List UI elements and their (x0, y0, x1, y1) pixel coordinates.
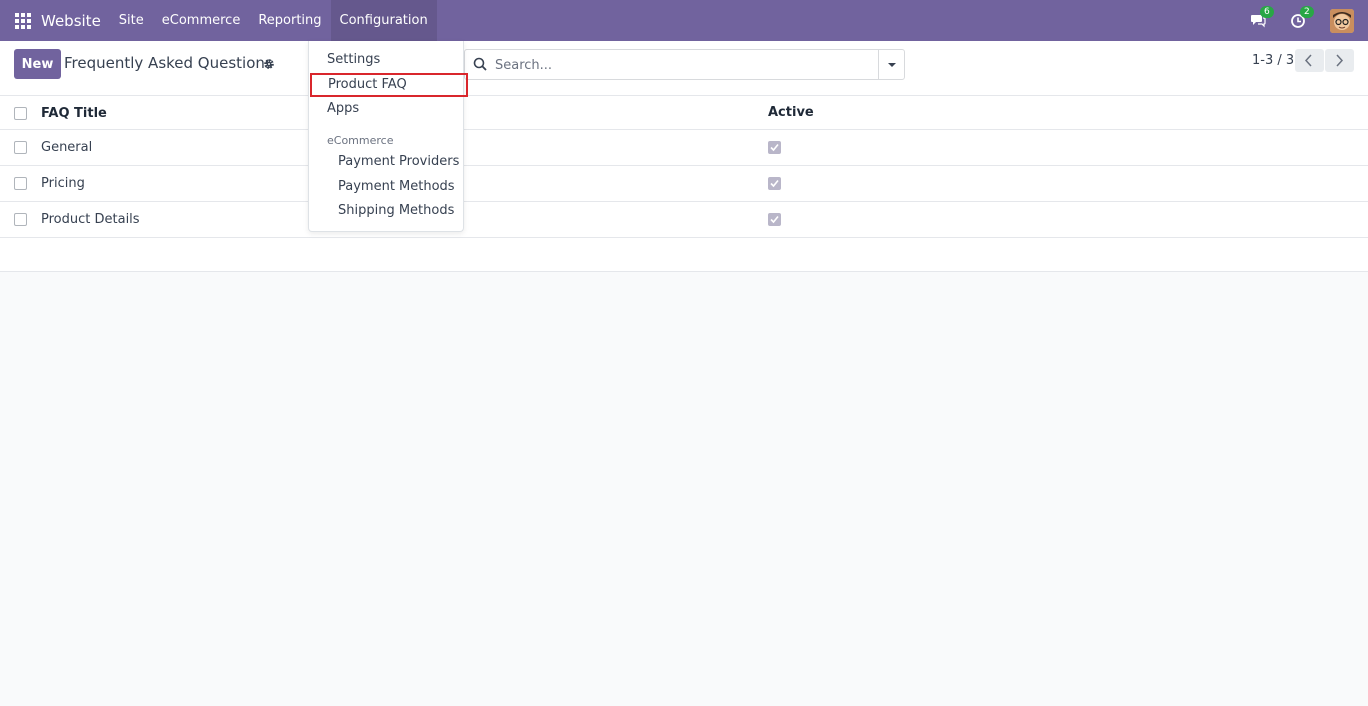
table-row[interactable]: Product Details (0, 202, 1368, 238)
active-checkbox (768, 177, 781, 190)
faq-title: Pricing (41, 176, 85, 191)
messages-icon[interactable]: 6 (1250, 5, 1274, 30)
menu-configuration[interactable]: Configuration (330, 0, 437, 41)
systray: 6 2 (1250, 0, 1368, 41)
list-empty-row (0, 238, 1368, 272)
list-header: FAQ Title Active (0, 96, 1368, 130)
apps-grid-icon[interactable] (15, 12, 31, 29)
pager-value[interactable]: 1-3 / 3 (1252, 53, 1294, 68)
new-button[interactable]: New (14, 49, 61, 79)
page-title: Frequently Asked Questions (64, 54, 273, 72)
faq-title: Product Details (41, 212, 140, 227)
table-row[interactable]: Pricing (0, 166, 1368, 202)
dropdown-section-ecommerce: eCommerce (327, 134, 394, 147)
top-navbar: Website Site eCommerce Reporting Configu… (0, 0, 1368, 41)
pager-next-button[interactable] (1325, 49, 1354, 72)
pager-previous-button[interactable] (1295, 49, 1324, 72)
activities-count-badge: 2 (1300, 5, 1314, 18)
search-options-toggle[interactable] (878, 50, 904, 79)
search-icon (473, 57, 487, 71)
menu-ecommerce[interactable]: eCommerce (153, 0, 250, 41)
search-input[interactable] (495, 54, 875, 76)
column-faq-title[interactable]: FAQ Title (41, 106, 107, 121)
dropdown-item-shipping-methods[interactable]: Shipping Methods (309, 199, 463, 223)
user-avatar[interactable] (1330, 8, 1354, 33)
search-bar (464, 49, 905, 80)
activities-clock-icon[interactable]: 2 (1290, 5, 1314, 30)
active-checkbox (768, 213, 781, 226)
configuration-dropdown: Settings Product FAQ Apps eCommerce Paym… (308, 41, 468, 232)
active-checkbox (768, 141, 781, 154)
table-row[interactable]: General (0, 130, 1368, 166)
row-checkbox[interactable] (14, 141, 27, 154)
dropdown-item-payment-providers[interactable]: Payment Providers (309, 150, 463, 174)
caret-down-icon (888, 63, 896, 67)
faq-list: FAQ Title Active General Pricing Product… (0, 96, 1368, 272)
dropdown-item-payment-methods[interactable]: Payment Methods (309, 175, 463, 199)
select-all-checkbox[interactable] (14, 107, 27, 120)
dropdown-item-product-faq[interactable]: Product FAQ (310, 73, 468, 97)
main-menu: Site eCommerce Reporting Configuration (110, 0, 437, 41)
row-checkbox[interactable] (14, 213, 27, 226)
app-brand[interactable]: Website (41, 12, 101, 30)
messages-count-badge: 6 (1260, 5, 1274, 18)
gear-icon[interactable] (263, 58, 275, 70)
menu-site[interactable]: Site (110, 0, 153, 41)
dropdown-item-settings[interactable]: Settings (309, 48, 463, 72)
dropdown-item-apps[interactable]: Apps (309, 97, 463, 121)
row-checkbox[interactable] (14, 177, 27, 190)
faq-title: General (41, 140, 93, 155)
control-panel: New Frequently Asked Questions 1-3 / 3 (0, 41, 1368, 96)
menu-reporting[interactable]: Reporting (249, 0, 330, 41)
column-active[interactable]: Active (768, 105, 814, 120)
